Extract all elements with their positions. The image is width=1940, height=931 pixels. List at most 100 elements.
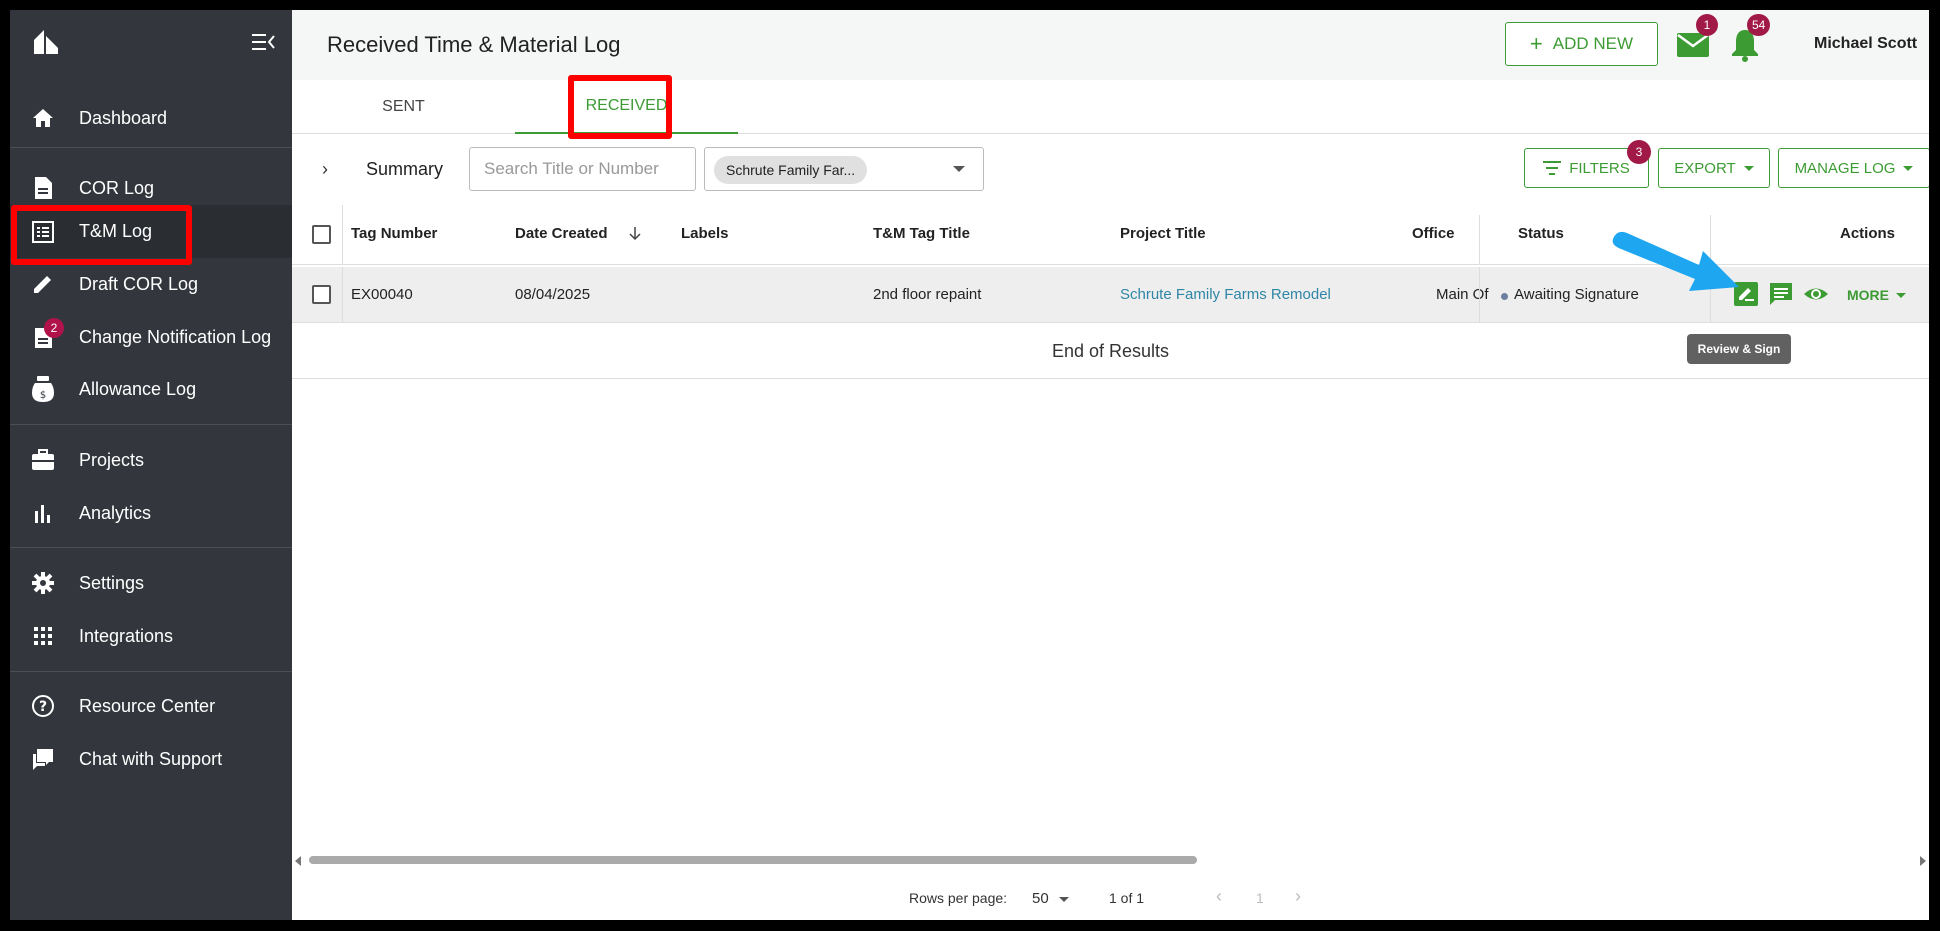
chevron-down-icon — [953, 166, 965, 172]
add-new-button[interactable]: + ADD NEW — [1505, 22, 1658, 66]
column-header-actions: Actions — [1840, 225, 1896, 242]
sidebar-item-change-notification-log[interactable]: 2 Change Notification Log — [10, 312, 292, 362]
sidebar-item-label: Settings — [79, 572, 145, 593]
caret-down-icon — [1896, 292, 1906, 298]
sidebar-divider — [10, 547, 292, 548]
collapse-menu-icon[interactable] — [252, 32, 276, 52]
column-header-tag-number[interactable]: Tag Number — [351, 225, 437, 242]
chevron-down-icon[interactable] — [1059, 897, 1069, 902]
scroll-left-arrow-icon[interactable] — [295, 856, 301, 866]
pagination: Rows per page: 50 1 of 1 ‹ 1 › — [292, 875, 1929, 920]
app-frame: Dashboard COR Log T&M Log Draft COR Log — [10, 10, 1929, 920]
logo-icon[interactable] — [32, 28, 60, 56]
add-new-label: ADD NEW — [1552, 34, 1634, 53]
top-header: Received Time & Material Log + ADD NEW 1… — [292, 10, 1929, 80]
sidebar-item-label: Analytics — [79, 502, 152, 523]
tab-received[interactable]: RECEIVED — [515, 80, 738, 134]
cell-date-created: 08/04/2025 — [515, 286, 591, 303]
sidebar-item-allowance-log[interactable]: $ Allowance Log — [10, 364, 292, 414]
more-button[interactable]: MORE — [1847, 287, 1906, 303]
sidebar-divider — [10, 424, 292, 425]
briefcase-icon — [30, 447, 56, 473]
sidebar: Dashboard COR Log T&M Log Draft COR Log — [10, 10, 292, 920]
next-page-icon[interactable]: › — [1295, 886, 1301, 907]
status-dot — [1501, 293, 1508, 300]
svg-text:$: $ — [40, 390, 46, 401]
sidebar-item-integrations[interactable]: Integrations — [10, 611, 292, 661]
cell-title: 2nd floor repaint — [873, 286, 982, 303]
scrollbar-thumb[interactable] — [309, 856, 1197, 864]
caret-down-icon — [1743, 165, 1754, 171]
manage-log-label: MANAGE LOG — [1794, 159, 1896, 177]
sidebar-item-draft-cor-log[interactable]: Draft COR Log — [10, 259, 292, 309]
mail-badge: 1 — [1696, 14, 1718, 36]
sidebar-divider — [10, 671, 292, 672]
cell-tag-number: EX00040 — [351, 286, 413, 303]
sidebar-item-settings[interactable]: Settings — [10, 558, 292, 608]
sidebar-item-resource-center[interactable]: ? Resource Center — [10, 681, 292, 731]
column-header-office[interactable]: Office — [1412, 225, 1455, 242]
sidebar-item-label: Allowance Log — [79, 378, 197, 399]
plus-icon: + — [1529, 31, 1543, 56]
page-range: 1 of 1 — [1109, 890, 1145, 906]
sidebar-item-tm-log[interactable]: T&M Log — [10, 205, 292, 258]
filters-badge: 3 — [1627, 140, 1651, 164]
annotation-arrow-icon — [1612, 231, 1739, 291]
page-number[interactable]: 1 — [1256, 890, 1264, 906]
sidebar-divider — [10, 147, 292, 148]
prev-page-icon[interactable]: ‹ — [1216, 886, 1222, 907]
sidebar-item-projects[interactable]: Projects — [10, 435, 292, 485]
select-all-checkbox[interactable] — [312, 225, 331, 244]
column-divider — [1479, 215, 1480, 265]
export-label: EXPORT — [1674, 159, 1736, 177]
notification-badge: 2 — [44, 318, 64, 338]
rows-per-page-select[interactable]: 50 — [1032, 890, 1049, 907]
column-divider — [342, 267, 343, 323]
column-header-date-created[interactable]: Date Created — [515, 225, 608, 242]
svg-text:?: ? — [39, 699, 47, 715]
toolbar: › Summary Schrute Family Far... FILTERS … — [292, 135, 1929, 205]
column-header-title[interactable]: T&M Tag Title — [873, 225, 970, 242]
sidebar-item-label: Change Notification Log — [79, 326, 272, 347]
more-label: MORE — [1847, 287, 1889, 303]
user-menu[interactable]: Michael Scott — [1814, 35, 1917, 53]
eye-icon[interactable] — [1803, 281, 1829, 307]
help-icon: ? — [30, 693, 56, 719]
horizontal-scrollbar[interactable] — [292, 853, 1929, 867]
cell-office: Main Of — [1436, 286, 1489, 303]
bar-chart-icon — [30, 500, 56, 526]
chevron-right-icon[interactable]: › — [322, 159, 328, 180]
project-filter-select[interactable]: Schrute Family Far... — [704, 147, 984, 191]
filters-label: FILTERS — [1569, 159, 1630, 177]
column-header-status[interactable]: Status — [1518, 225, 1564, 242]
summary-toggle[interactable]: Summary — [366, 159, 443, 180]
sidebar-item-label: Integrations — [79, 625, 174, 646]
list-icon — [30, 219, 56, 245]
column-header-labels[interactable]: Labels — [681, 225, 729, 242]
notification-badge: 54 — [1747, 14, 1771, 36]
sidebar-item-label: Projects — [79, 449, 145, 470]
scroll-right-arrow-icon[interactable] — [1920, 856, 1926, 866]
export-button[interactable]: EXPORT — [1658, 148, 1770, 188]
sidebar-item-label: Resource Center — [79, 695, 216, 716]
end-of-results: End of Results — [292, 324, 1929, 379]
grid-icon — [30, 623, 56, 649]
project-link[interactable]: Schrute Family Farms Remodel — [1120, 286, 1331, 303]
tab-sent[interactable]: SENT — [292, 80, 515, 134]
column-header-project[interactable]: Project Title — [1120, 225, 1206, 242]
chat-icon — [30, 746, 56, 772]
manage-log-button[interactable]: MANAGE LOG — [1778, 148, 1929, 188]
sidebar-item-analytics[interactable]: Analytics — [10, 488, 292, 538]
sidebar-item-chat-support[interactable]: Chat with Support — [10, 734, 292, 784]
tooltip-review-sign: Review & Sign — [1687, 334, 1791, 364]
page-title: Received Time & Material Log — [327, 32, 621, 57]
caret-down-icon — [1903, 165, 1914, 171]
project-chip[interactable]: Schrute Family Far... — [714, 156, 868, 184]
gear-icon — [30, 570, 56, 596]
sort-arrow-down-icon[interactable] — [629, 227, 641, 241]
sidebar-item-dashboard[interactable]: Dashboard — [10, 93, 292, 143]
money-bag-icon: $ — [30, 376, 56, 402]
row-checkbox[interactable] — [312, 285, 331, 304]
comment-icon[interactable] — [1768, 281, 1794, 307]
search-input[interactable] — [469, 147, 696, 191]
